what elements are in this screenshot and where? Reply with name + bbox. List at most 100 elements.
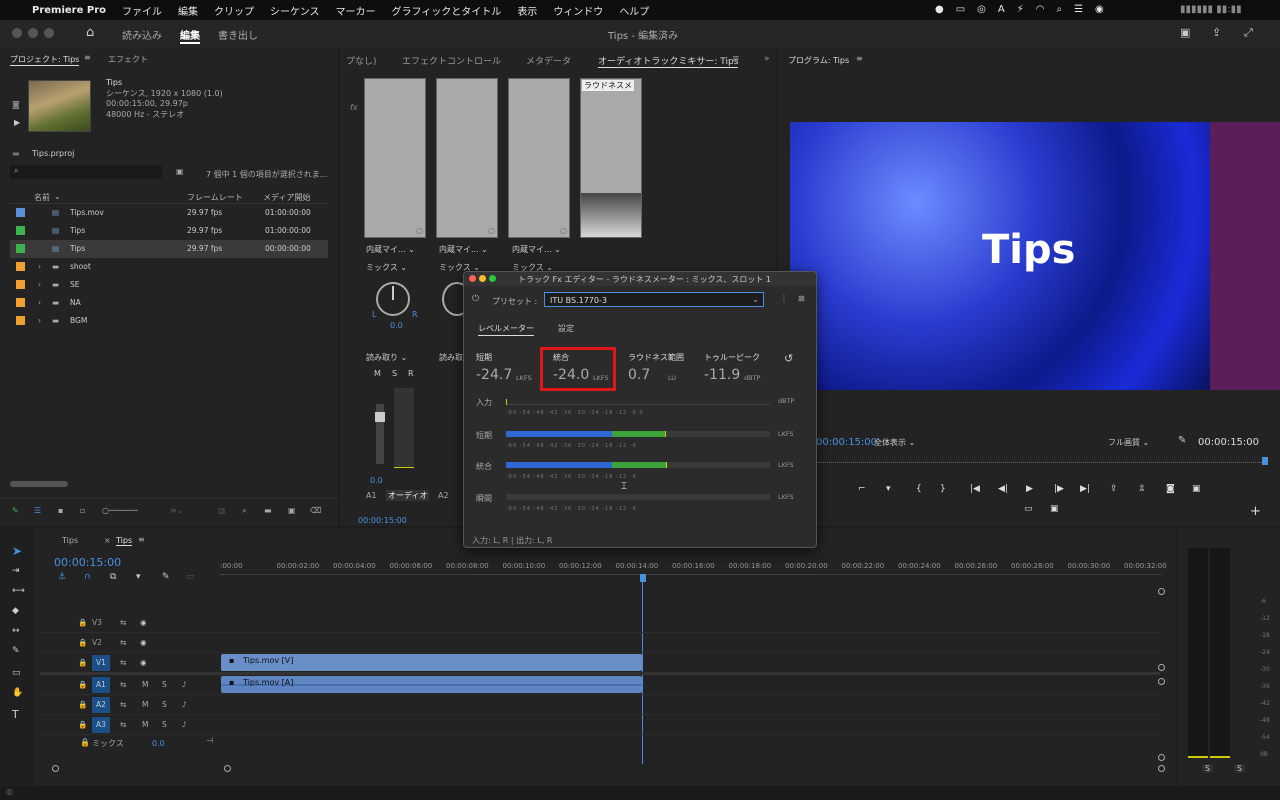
settings-wrench-icon[interactable]: ✎: [162, 572, 170, 582]
quality-select[interactable]: フル画質 ⌄: [1108, 437, 1149, 448]
master-fx-slot[interactable]: ラウドネスメ: [580, 78, 642, 238]
project-item-row[interactable]: › ▬ shoot: [10, 258, 328, 276]
input-select-3[interactable]: 内蔵マイ... ⌄: [512, 244, 561, 255]
output-select-1[interactable]: ミックス ⌄: [366, 262, 407, 273]
dialog-titlebar[interactable]: トラック Fx エディター - ラウドネスメーター : ミックス、スロット 1: [464, 272, 816, 286]
label-color-swatch[interactable]: [16, 298, 25, 307]
expand-icon[interactable]: ›: [38, 262, 41, 271]
solo-track-button[interactable]: S: [162, 680, 167, 689]
tab-import[interactable]: 読み込み: [122, 27, 162, 42]
lock-icon[interactable]: 🔒: [78, 680, 87, 689]
project-item-row[interactable]: › ▬ SE: [10, 276, 328, 294]
lock-icon[interactable]: 🔒: [78, 700, 87, 709]
channel3-fx-slot[interactable]: ○: [508, 78, 570, 238]
dialog-minimize-button[interactable]: [479, 275, 486, 282]
tab-export[interactable]: 書き出し: [218, 27, 258, 42]
timeline-tab-1[interactable]: Tips: [62, 536, 78, 545]
track-target-toggle[interactable]: V2: [92, 638, 102, 647]
menu-file[interactable]: ファイル: [122, 3, 162, 18]
add-marker-icon[interactable]: {: [916, 484, 922, 494]
expand-icon[interactable]: ›: [38, 316, 41, 325]
project-item-row[interactable]: ▤ Tips.mov 29.97 fps 01:00:00:00: [10, 204, 328, 222]
horizontal-scrollbar[interactable]: [10, 481, 68, 487]
mix-end-icon[interactable]: ⊣: [206, 736, 213, 745]
col-media-start[interactable]: メディア開始: [263, 192, 310, 203]
label-color-swatch[interactable]: [16, 316, 25, 325]
mic-icon[interactable]: ♪: [182, 720, 187, 729]
record-button[interactable]: R: [408, 369, 414, 378]
freeform-view-icon[interactable]: ▫: [80, 506, 85, 515]
track-target-toggle[interactable]: A3: [92, 717, 110, 733]
add-marker-icon[interactable]: ▾: [136, 572, 141, 582]
track-target-toggle[interactable]: V3: [92, 618, 102, 627]
menu-view[interactable]: 表示: [517, 3, 537, 18]
project-item-row[interactable]: ▤ Tips 29.97 fps 01:00:00:00: [10, 222, 328, 240]
comparison-icon[interactable]: ▣: [1192, 484, 1201, 494]
tab-level-meter[interactable]: レベルメーター: [478, 323, 534, 336]
fx-knob-icon[interactable]: ○: [488, 226, 495, 235]
col-framerate[interactable]: フレームレート: [187, 192, 243, 203]
lock-icon[interactable]: 🔒: [78, 618, 87, 627]
video-frame[interactable]: Tips: [790, 122, 1210, 390]
tab-effects[interactable]: エフェクト: [108, 54, 148, 65]
hand-tool-icon[interactable]: ✋: [12, 688, 23, 698]
overflow-icon[interactable]: »: [764, 54, 770, 64]
wrench-icon[interactable]: ✎: [1178, 435, 1186, 446]
preset-select[interactable]: ITU BS.1770-3 ⌄: [544, 292, 764, 307]
panel-menu-icon[interactable]: ≡: [856, 54, 863, 63]
play-button-icon[interactable]: ▶: [1026, 484, 1033, 494]
volume-value[interactable]: 0.0: [370, 476, 383, 485]
extract-icon[interactable]: ⇫: [1138, 484, 1146, 494]
expand-icon[interactable]: ›: [38, 280, 41, 289]
v-scroll-knob[interactable]: [1158, 754, 1165, 761]
sync-lock-icon[interactable]: ⇆: [120, 618, 126, 627]
dialog-zoom-button[interactable]: [489, 275, 496, 282]
track-target-toggle[interactable]: A1: [92, 677, 110, 693]
channel1-fx-slot[interactable]: ○: [364, 78, 426, 238]
tab-edit[interactable]: 編集: [180, 27, 200, 44]
export-frame-icon[interactable]: ◙: [1166, 484, 1175, 494]
fullscreen-icon[interactable]: ⤢: [1244, 26, 1253, 40]
window-max-dot[interactable]: [44, 28, 54, 38]
timeline-tab-2[interactable]: Tips: [116, 536, 133, 546]
lock-icon[interactable]: 🔒: [80, 738, 90, 747]
automate-icon[interactable]: ▥: [218, 506, 226, 515]
solo-track-button[interactable]: S: [162, 700, 167, 709]
lift-icon[interactable]: ⇪: [1110, 484, 1118, 494]
label-color-swatch[interactable]: [16, 244, 25, 253]
sync-lock-icon[interactable]: ⇆: [120, 680, 126, 689]
dialog-close-button[interactable]: [469, 275, 476, 282]
razor-icon[interactable]: ◆: [12, 606, 19, 616]
sync-lock-icon[interactable]: ⇆: [120, 638, 126, 647]
workspace-icon[interactable]: ▣: [1180, 26, 1190, 39]
captions-icon[interactable]: ▭: [186, 572, 195, 582]
input-select-2[interactable]: 内蔵マイ... ⌄: [439, 244, 488, 255]
reset-icon[interactable]: ↺: [784, 352, 793, 365]
track-header[interactable]: 🔒 A2 ⇆ M S ♪: [40, 696, 220, 714]
proxy-icon[interactable]: ▣: [1050, 504, 1059, 514]
solo-right-button[interactable]: S: [1234, 764, 1246, 773]
fx-knob-icon[interactable]: ○: [416, 226, 423, 235]
audio-clip[interactable]: ▪ Tips.mov [A]: [221, 676, 642, 693]
fx-knob-icon[interactable]: ○: [560, 226, 567, 235]
mute-button[interactable]: M: [374, 369, 381, 378]
label-color-swatch[interactable]: [16, 226, 25, 235]
safe-margins-icon[interactable]: ▭: [1024, 504, 1033, 514]
channel2-fx-slot[interactable]: ○: [436, 78, 498, 238]
automation-select-1[interactable]: 読み取り ⌄: [366, 352, 407, 363]
search-input[interactable]: ⌕: [10, 165, 162, 179]
step-forward-icon[interactable]: |▶: [1054, 484, 1064, 494]
menu-marker[interactable]: マーカー: [336, 3, 376, 18]
solo-left-button[interactable]: S: [1202, 764, 1214, 773]
zoom-select[interactable]: 全体表示 ⌄: [874, 437, 915, 448]
track-header[interactable]: 🔒 V3 ⇆ ◉: [40, 614, 220, 632]
timeline-timecode[interactable]: 00:00:15:00: [54, 556, 121, 569]
lock-icon[interactable]: 🔒: [78, 658, 87, 667]
bin-icon[interactable]: ▣: [176, 167, 184, 176]
tab-program[interactable]: プログラム: Tips: [788, 55, 849, 66]
input-select-1[interactable]: 内蔵マイ... ⌄: [366, 244, 415, 255]
tab-settings[interactable]: 設定: [558, 323, 574, 334]
tab-effect-controls[interactable]: エフェクトコントロール: [402, 54, 501, 67]
channel-a1-name[interactable]: オーディオ: [386, 490, 430, 501]
menu-edit[interactable]: 編集: [178, 3, 198, 18]
